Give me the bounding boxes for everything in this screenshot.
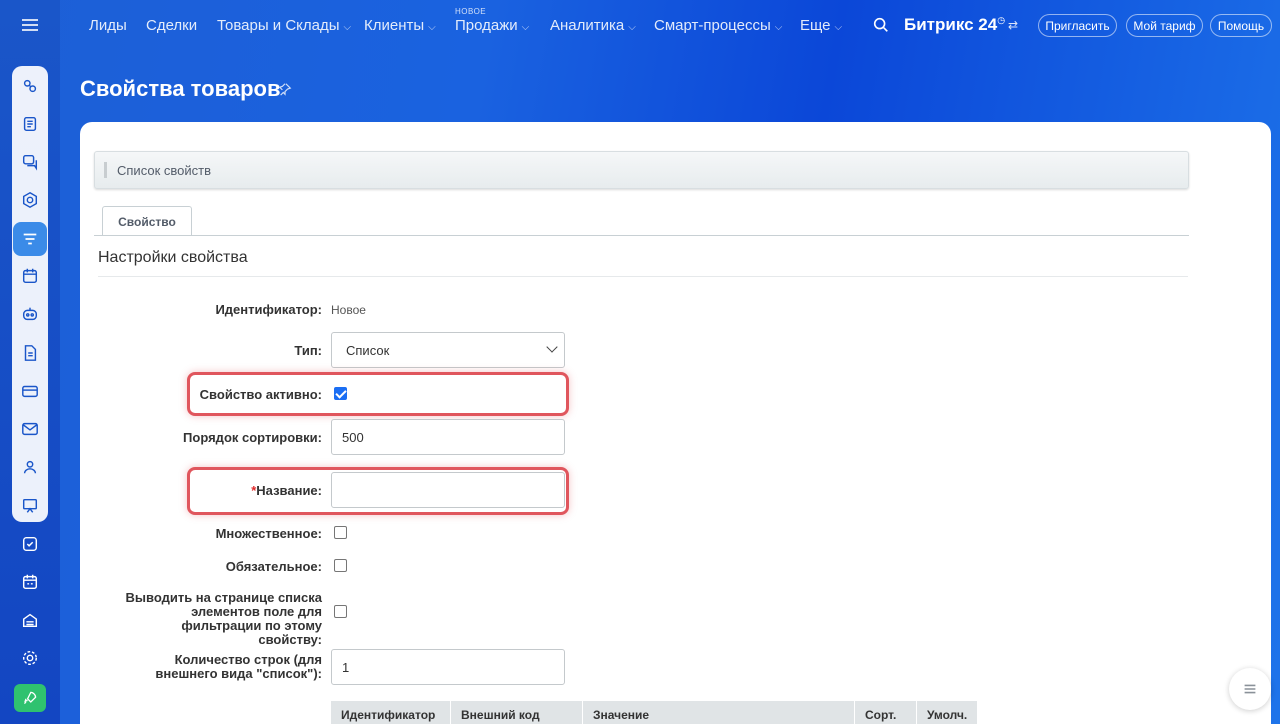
hamburger-menu-icon[interactable] — [0, 0, 60, 50]
sidebar-tasks-icon[interactable] — [13, 527, 47, 561]
rows-label: Количество строк (для внешнего вида "спи… — [155, 652, 322, 681]
help-button[interactable]: Помощь — [1210, 14, 1272, 37]
sidebar-document-icon[interactable] — [13, 336, 47, 370]
nav-item-more[interactable]: Еще ⌵ — [800, 17, 842, 34]
identifier-label: Идентификатор: — [215, 302, 322, 317]
values-table-header: Идентификатор Внешний код Значение Сорт.… — [331, 701, 977, 724]
type-select[interactable]: Список — [331, 332, 565, 368]
multiple-label: Множественное: — [215, 526, 322, 541]
sidebar-presentation-icon[interactable] — [13, 489, 47, 523]
chevron-down-icon: ⌵ — [834, 22, 843, 33]
chevron-down-icon: ⌵ — [774, 22, 783, 33]
filter-label: Выводить на странице списка элементов по… — [125, 590, 322, 647]
brand-logo[interactable]: Битрикс 24◷ — [904, 15, 1005, 35]
pin-icon[interactable] — [278, 82, 292, 96]
active-label: Свойство активно: — [199, 387, 322, 402]
column-identifier: Идентификатор — [331, 701, 451, 724]
list-icon — [1244, 684, 1256, 694]
chevron-down-icon: ⌵ — [343, 22, 352, 33]
sort-label: Порядок сортировки: — [183, 430, 322, 445]
nav-item-clients[interactable]: Клиенты ⌵ — [364, 17, 436, 34]
nav-item-analytics[interactable]: Аналитика ⌵ — [550, 17, 636, 34]
floating-list-button[interactable] — [1229, 668, 1271, 710]
left-sidebar — [0, 0, 60, 724]
rocket-icon[interactable] — [14, 684, 46, 712]
required-label: Обязательное: — [225, 559, 322, 574]
column-sort: Сорт. — [855, 701, 917, 724]
nav-item-products[interactable]: Товары и Склады ⌵ — [217, 17, 351, 34]
sidebar-hexagon-icon[interactable] — [13, 183, 47, 217]
chevron-down-icon — [546, 341, 558, 353]
sidebar-mail-icon[interactable] — [13, 412, 47, 446]
top-navigation: Лиды Сделки Товары и Склады ⌵ Клиенты ⌵ НО… — [60, 0, 1280, 52]
page-title: Свойства товаров — [80, 76, 281, 101]
nav-item-sales[interactable]: Продажи ⌵ — [455, 17, 529, 34]
column-default: Умолч. — [927, 708, 968, 722]
type-label: Тип: — [294, 343, 322, 358]
column-value: Значение — [583, 701, 855, 724]
name-input[interactable] — [331, 472, 565, 508]
nav-item-smart-processes[interactable]: Смарт-процессы ⌵ — [654, 17, 782, 34]
section-title: Настройки свойства — [98, 249, 248, 266]
my-tariff-button[interactable]: Мой тариф — [1126, 14, 1203, 37]
new-badge: НОВОЕ — [455, 7, 487, 16]
nav-item-deals[interactable]: Сделки — [146, 17, 197, 34]
filter-checkbox[interactable] — [334, 605, 347, 618]
clock-icon: ◷ — [997, 15, 1006, 25]
properties-list-link[interactable]: Список свойств — [94, 151, 1189, 189]
search-icon[interactable] — [872, 16, 890, 34]
sidebar-feed-icon[interactable] — [13, 107, 47, 141]
chevron-down-icon: ⌵ — [628, 22, 636, 33]
sidebar-schedule-icon[interactable] — [13, 565, 47, 599]
sidebar-robot-icon[interactable] — [13, 297, 47, 331]
type-selected-value: Список — [346, 342, 390, 358]
multiple-checkbox[interactable] — [334, 526, 347, 539]
required-checkbox[interactable] — [334, 559, 347, 572]
nav-item-leads[interactable]: Лиды — [89, 17, 127, 34]
name-label: *Название: — [251, 483, 322, 498]
invite-button[interactable]: Пригласить — [1038, 14, 1117, 37]
chevron-down-icon: ⌵ — [428, 22, 436, 33]
sidebar-settings-icon[interactable] — [13, 641, 47, 675]
properties-list-label: Список свойств — [117, 163, 211, 178]
column-external-code: Внешний код — [451, 701, 583, 724]
tab-property[interactable]: Свойство — [102, 206, 192, 236]
name-label-text: Название: — [256, 483, 322, 498]
rows-input[interactable]: 1 — [331, 649, 565, 685]
content-card: Список свойств Свойство Настройки свойст… — [80, 122, 1271, 724]
list-bar-marker — [104, 162, 107, 178]
sidebar-filter-icon[interactable] — [13, 222, 47, 256]
sidebar-card-icon[interactable] — [13, 374, 47, 408]
chevron-down-icon: ⌵ — [521, 22, 530, 33]
settings-sliders-icon[interactable]: ⇄ — [1008, 18, 1018, 32]
section-divider — [98, 276, 1188, 277]
sort-input[interactable]: 500 — [331, 419, 565, 455]
sidebar-crm-icon[interactable] — [13, 69, 47, 103]
active-checkbox[interactable] — [334, 387, 347, 400]
sidebar-warehouse-icon[interactable] — [13, 603, 47, 637]
identifier-value: Новое — [331, 303, 366, 317]
sidebar-users-icon[interactable] — [13, 450, 47, 484]
sidebar-calendar-icon[interactable] — [13, 259, 47, 293]
tab-divider — [94, 235, 1189, 236]
sidebar-chat-icon[interactable] — [13, 145, 47, 179]
